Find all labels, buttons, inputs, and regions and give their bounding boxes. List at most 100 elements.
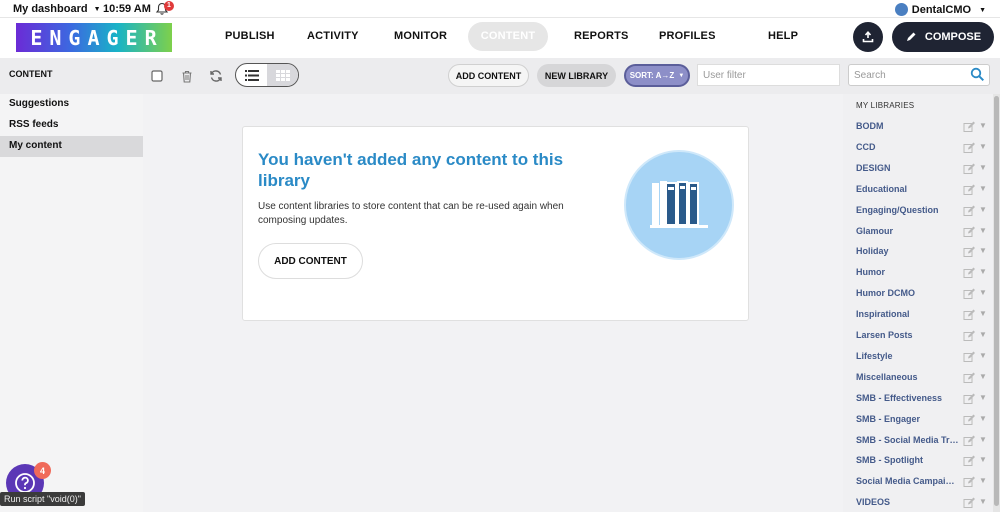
search-icon[interactable] — [970, 67, 985, 82]
chevron-down-icon[interactable]: ▼ — [979, 184, 987, 193]
dashboard-menu[interactable]: My dashboard ▼ — [13, 3, 101, 15]
scrollbar-thumb[interactable] — [994, 96, 999, 506]
library-name[interactable]: SMB - Social Media Training — [856, 435, 959, 445]
grid-view-button[interactable] — [267, 64, 298, 86]
library-name[interactable]: Holiday — [856, 246, 959, 256]
library-item[interactable]: SMB - Spotlight ▼ — [843, 451, 993, 472]
chevron-down-icon[interactable]: ▼ — [979, 330, 987, 339]
nav-reports[interactable]: REPORTS — [574, 30, 629, 42]
edit-icon[interactable] — [963, 414, 975, 426]
nav-profiles[interactable]: PROFILES — [659, 30, 716, 42]
edit-icon[interactable] — [963, 455, 975, 467]
library-name[interactable]: Humor DCMO — [856, 288, 959, 298]
library-item[interactable]: SMB - Engager ▼ — [843, 410, 993, 431]
library-item[interactable]: Inspirational ▼ — [843, 305, 993, 326]
library-name[interactable]: Larsen Posts — [856, 330, 959, 340]
chevron-down-icon[interactable]: ▼ — [979, 267, 987, 276]
libraries-scrollbar[interactable] — [993, 94, 1000, 512]
library-item[interactable]: DESIGN ▼ — [843, 159, 993, 180]
chevron-down-icon[interactable]: ▼ — [979, 246, 987, 255]
delete-button[interactable] — [179, 68, 195, 84]
nav-publish[interactable]: PUBLISH — [225, 30, 275, 42]
add-content-button[interactable]: ADD CONTENT — [448, 64, 529, 87]
chevron-down-icon[interactable]: ▼ — [979, 455, 987, 464]
library-name[interactable]: SMB - Spotlight — [856, 455, 959, 465]
library-item[interactable]: SMB - Effectiveness ▼ — [843, 389, 993, 410]
edit-icon[interactable] — [963, 435, 975, 447]
library-name[interactable]: CCD — [856, 142, 959, 152]
edit-icon[interactable] — [963, 330, 975, 342]
chevron-down-icon[interactable]: ▼ — [979, 142, 987, 151]
nav-help[interactable]: HELP — [768, 30, 798, 42]
library-item[interactable]: Social Media Campaigns ▼ — [843, 472, 993, 493]
chevron-down-icon[interactable]: ▼ — [979, 351, 987, 360]
chevron-down-icon[interactable]: ▼ — [979, 205, 987, 214]
library-name[interactable]: Engaging/Question — [856, 205, 959, 215]
nav-activity[interactable]: ACTIVITY — [307, 30, 359, 42]
edit-icon[interactable] — [963, 476, 975, 488]
library-item[interactable]: Humor DCMO ▼ — [843, 284, 993, 305]
library-name[interactable]: BODM — [856, 121, 959, 131]
search-input[interactable]: Search — [848, 64, 990, 86]
sidebar-item-suggestions[interactable]: Suggestions — [0, 94, 143, 115]
library-item[interactable]: Glamour ▼ — [843, 222, 993, 243]
engager-logo[interactable]: ENGAGER — [16, 23, 172, 52]
edit-icon[interactable] — [963, 226, 975, 238]
select-all-checkbox[interactable] — [149, 68, 165, 84]
edit-icon[interactable] — [963, 288, 975, 300]
upload-button[interactable] — [853, 22, 883, 52]
chevron-down-icon[interactable]: ▼ — [979, 414, 987, 423]
edit-icon[interactable] — [963, 121, 975, 133]
chevron-down-icon[interactable]: ▼ — [979, 288, 987, 297]
chevron-down-icon[interactable]: ▼ — [979, 435, 987, 444]
user-filter-input[interactable]: User filter — [697, 64, 840, 86]
library-item[interactable]: Humor ▼ — [843, 263, 993, 284]
sort-dropdown[interactable]: SORT: A→Z ▼ — [624, 64, 690, 87]
edit-icon[interactable] — [963, 309, 975, 321]
library-item[interactable]: CCD ▼ — [843, 138, 993, 159]
chevron-down-icon[interactable]: ▼ — [979, 121, 987, 130]
edit-icon[interactable] — [963, 142, 975, 154]
library-item[interactable]: Holiday ▼ — [843, 242, 993, 263]
library-item[interactable]: Engaging/Question ▼ — [843, 201, 993, 222]
library-item[interactable]: BODM ▼ — [843, 117, 993, 138]
nav-content[interactable]: CONTENT — [468, 22, 548, 51]
library-name[interactable]: Humor — [856, 267, 959, 277]
library-name[interactable]: Social Media Campaigns — [856, 476, 959, 486]
user-menu[interactable]: DentalCMO ▼ — [894, 3, 986, 16]
edit-icon[interactable] — [963, 351, 975, 363]
library-name[interactable]: Lifestyle — [856, 351, 959, 361]
library-name[interactable]: Educational — [856, 184, 959, 194]
edit-icon[interactable] — [963, 393, 975, 405]
library-name[interactable]: Inspirational — [856, 309, 959, 319]
sidebar-item-my-content[interactable]: My content — [0, 136, 143, 157]
edit-icon[interactable] — [963, 184, 975, 196]
chevron-down-icon[interactable]: ▼ — [979, 163, 987, 172]
edit-icon[interactable] — [963, 163, 975, 175]
chevron-down-icon[interactable]: ▼ — [979, 226, 987, 235]
edit-icon[interactable] — [963, 372, 975, 384]
edit-icon[interactable] — [963, 205, 975, 217]
library-item[interactable]: Larsen Posts ▼ — [843, 326, 993, 347]
edit-icon[interactable] — [963, 497, 975, 509]
edit-icon[interactable] — [963, 267, 975, 279]
chevron-down-icon[interactable]: ▼ — [979, 309, 987, 318]
library-item[interactable]: VIDEOS ▼ — [843, 493, 993, 512]
sidebar-item-rss-feeds[interactable]: RSS feeds — [0, 115, 143, 136]
list-view-button[interactable] — [236, 64, 267, 86]
chevron-down-icon[interactable]: ▼ — [979, 372, 987, 381]
nav-monitor[interactable]: MONITOR — [394, 30, 447, 42]
new-library-button[interactable]: NEW LIBRARY — [537, 64, 616, 87]
library-name[interactable]: VIDEOS — [856, 497, 959, 507]
library-item[interactable]: SMB - Social Media Training ▼ — [843, 431, 993, 452]
compose-button[interactable]: COMPOSE — [892, 22, 994, 52]
library-item[interactable]: Miscellaneous ▼ — [843, 368, 993, 389]
chevron-down-icon[interactable]: ▼ — [979, 393, 987, 402]
chevron-down-icon[interactable]: ▼ — [979, 476, 987, 485]
library-item[interactable]: Lifestyle ▼ — [843, 347, 993, 368]
add-content-cta-button[interactable]: ADD CONTENT — [258, 243, 363, 279]
library-name[interactable]: SMB - Effectiveness — [856, 393, 959, 403]
edit-icon[interactable] — [963, 246, 975, 258]
refresh-button[interactable] — [208, 68, 224, 84]
library-name[interactable]: SMB - Engager — [856, 414, 959, 424]
